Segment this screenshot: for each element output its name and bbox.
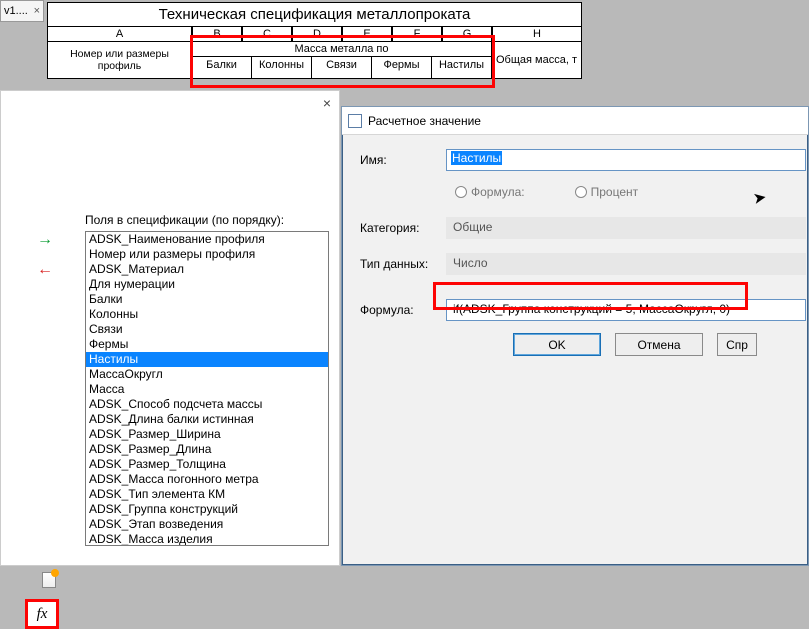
dialog-titlebar: Расчетное значение (342, 107, 808, 135)
formula-label: Формула: (360, 303, 446, 317)
fields-label: Поля в спецификации (по порядку): (85, 213, 284, 227)
row-label: Номер или размеры профиль (47, 42, 192, 79)
col-B: B (192, 27, 242, 42)
list-item[interactable]: ADSK_Материал (86, 262, 328, 277)
col-A: A (47, 27, 192, 42)
list-item[interactable]: ADSK_Масса изделия (86, 532, 328, 546)
category-value: Общие (446, 217, 806, 239)
list-item[interactable]: Колонны (86, 307, 328, 322)
tab-label: v1.... (4, 5, 28, 17)
col-balki: Балки (192, 57, 252, 78)
help-button[interactable]: Спр (717, 333, 757, 356)
calculated-value-button[interactable]: fx (25, 599, 59, 629)
mass-group: Масса металла по Балки Колонны Связи Фер… (192, 42, 492, 79)
col-total: Общая масса, т (492, 42, 582, 79)
col-D: D (292, 27, 342, 42)
list-item[interactable]: ADSK_Размер_Ширина (86, 427, 328, 442)
list-item[interactable]: МассаОкругл (86, 367, 328, 382)
schedule-table: Техническая спецификация металлопроката … (47, 2, 582, 79)
panel-close-icon[interactable]: × (323, 95, 331, 111)
col-fermy: Фермы (372, 57, 432, 78)
radio-formula[interactable]: Формула: (455, 185, 525, 199)
col-svyazi: Связи (312, 57, 372, 78)
ok-button[interactable]: OK (513, 333, 601, 356)
discipline-radios: Формула: Процент (360, 185, 808, 199)
col-kolonny: Колонны (252, 57, 312, 78)
list-item[interactable]: Масса (86, 382, 328, 397)
dialog-buttons: OK Отмена Спр (513, 333, 757, 356)
fields-listbox[interactable]: ADSK_Наименование профиляНомер или разме… (85, 231, 329, 546)
name-label: Имя: (360, 153, 446, 167)
col-C: C (242, 27, 292, 42)
type-label: Тип данных: (360, 257, 446, 271)
name-input[interactable]: Настилы (446, 149, 806, 171)
col-E: E (342, 27, 392, 42)
add-field-icon[interactable] (31, 229, 59, 251)
list-item[interactable]: ADSK_Способ подсчета массы (86, 397, 328, 412)
side-icons (31, 229, 71, 281)
col-nastily: Настилы (432, 57, 491, 78)
list-item[interactable]: ADSK_Размер_Длина (86, 442, 328, 457)
document-tab[interactable]: v1.... × (0, 0, 44, 22)
list-item[interactable]: Связи (86, 322, 328, 337)
schedule-title: Техническая спецификация металлопроката (47, 2, 582, 27)
dialog-title: Расчетное значение (368, 114, 481, 128)
list-item[interactable]: Номер или размеры профиля (86, 247, 328, 262)
radio-percent[interactable]: Процент (575, 185, 639, 199)
radio-icon (575, 186, 587, 198)
list-item[interactable]: ADSK_Масса погонного метра (86, 472, 328, 487)
radio-icon (455, 186, 467, 198)
list-item[interactable]: Фермы (86, 337, 328, 352)
list-item[interactable]: Для нумерации (86, 277, 328, 292)
remove-field-icon[interactable] (31, 259, 59, 281)
mass-group-title: Масса металла по (192, 42, 491, 57)
category-label: Категория: (360, 221, 446, 235)
new-param-icon[interactable] (35, 569, 63, 591)
type-value: Число (446, 253, 806, 275)
list-item[interactable]: ADSK_Тип элемента КМ (86, 487, 328, 502)
dialog-icon (348, 114, 362, 128)
list-item[interactable]: ADSK_Длина балки истинная (86, 412, 328, 427)
col-H: H (492, 27, 582, 42)
list-item[interactable]: ADSK_Группа конструкций (86, 502, 328, 517)
column-letters: A B C D E F G H (47, 27, 582, 42)
list-item[interactable]: Балки (86, 292, 328, 307)
list-item[interactable]: Настилы (86, 352, 328, 367)
properties-panel: × Поля в спецификации (по порядку): ADSK… (0, 90, 340, 566)
list-item[interactable]: ADSK_Этап возведения (86, 517, 328, 532)
list-item[interactable]: ADSK_Размер_Толщина (86, 457, 328, 472)
cancel-button[interactable]: Отмена (615, 333, 703, 356)
list-item[interactable]: ADSK_Наименование профиля (86, 232, 328, 247)
col-G: G (442, 27, 492, 42)
close-icon[interactable]: × (34, 5, 40, 17)
name-value: Настилы (451, 151, 502, 165)
formula-input[interactable]: if(ADSK_Группа конструкций = 5, МассаОкр… (446, 299, 806, 321)
col-F: F (392, 27, 442, 42)
fx-icon: fx (37, 606, 48, 623)
